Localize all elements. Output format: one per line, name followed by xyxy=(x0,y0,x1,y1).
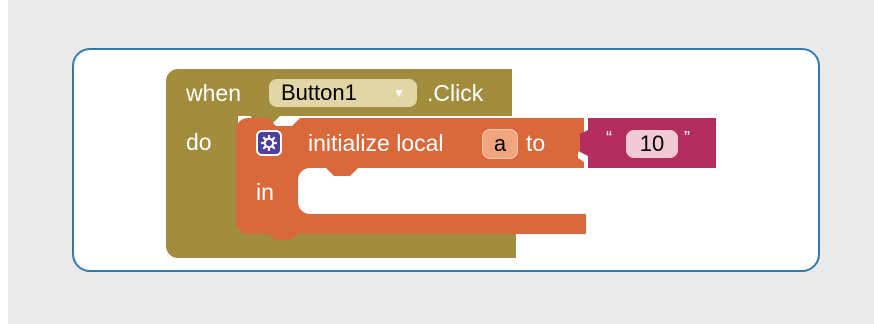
component-dropdown[interactable]: Button1 ▼ xyxy=(269,79,417,107)
event-name-label: .Click xyxy=(427,80,484,106)
in-label: in xyxy=(256,179,274,205)
close-quote: ” xyxy=(684,128,690,148)
initialize-local-label: initialize local xyxy=(308,130,444,156)
open-quote: “ xyxy=(606,128,612,148)
do-label: do xyxy=(186,129,212,155)
when-label: when xyxy=(186,80,241,106)
blocks-canvas xyxy=(166,69,716,258)
component-dropdown-value: Button1 xyxy=(281,80,357,105)
gear-icon[interactable] xyxy=(256,130,282,156)
gear-glyph xyxy=(261,135,277,151)
text-value-field[interactable]: 10 xyxy=(626,130,678,158)
chevron-down-icon: ▼ xyxy=(393,86,405,100)
variable-name-field[interactable]: a xyxy=(482,129,518,159)
to-label: to xyxy=(526,130,546,156)
